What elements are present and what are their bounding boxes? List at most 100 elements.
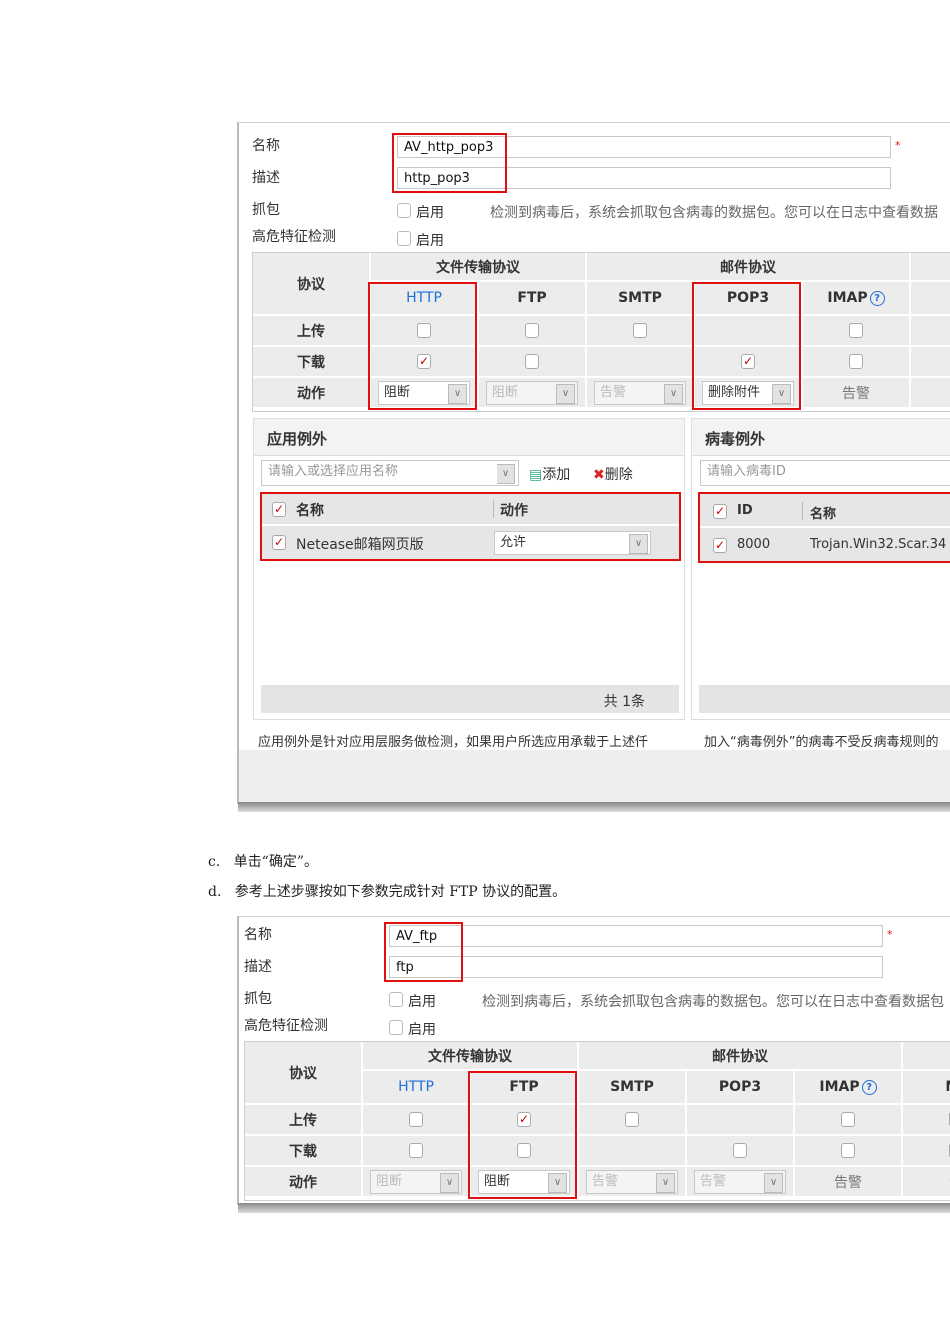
add-button[interactable]: ▤添加 bbox=[529, 464, 570, 484]
action-value: 告警 bbox=[700, 1173, 727, 1189]
protocol-name: POP3 bbox=[718, 1079, 762, 1095]
app-exception-table: ✓ 名称 动作 ✓ Netease邮箱网页版 允许 ∨ bbox=[261, 494, 679, 560]
app-dropdown-button[interactable]: ∨ bbox=[497, 462, 517, 484]
protocol-ftp: FTP bbox=[471, 1071, 579, 1105]
row-label: 上传 bbox=[245, 1105, 363, 1136]
protocol-cell: ✓ bbox=[371, 347, 479, 378]
protocol-cell: ✓ bbox=[471, 1105, 579, 1136]
action-select-pop3[interactable]: 删除附件 ∨ bbox=[702, 380, 794, 405]
upload-checkbox-http[interactable] bbox=[409, 1112, 423, 1127]
chevron-down-icon: ∨ bbox=[629, 534, 648, 554]
risk-checkbox[interactable] bbox=[397, 231, 411, 246]
protocol-name[interactable]: HTTP bbox=[398, 1079, 434, 1095]
step-text: 参考上述步骤按如下参数完成针对 FTP 协议的配置。 bbox=[234, 884, 567, 900]
protocol-name: IMAP bbox=[819, 1079, 860, 1095]
protocol-ftp: FTP bbox=[479, 282, 587, 316]
action-cell: 告警 bbox=[795, 1167, 903, 1198]
protocol-name: NF bbox=[945, 1079, 950, 1095]
action-cell: 阻断 ∨ bbox=[479, 378, 587, 409]
upload-checkbox-imap[interactable] bbox=[841, 1112, 855, 1127]
help-icon[interactable]: ? bbox=[869, 290, 885, 306]
name-input[interactable]: AV_ftp bbox=[389, 925, 883, 947]
action-value: 阻断 bbox=[376, 1173, 403, 1189]
select-all-checkbox[interactable]: ✓ bbox=[713, 504, 727, 519]
protocol-name: SMTP bbox=[610, 1079, 654, 1095]
action-cell: 删除附件 ∨ bbox=[695, 378, 803, 409]
virus-exception-table: ✓ ID 名称 ✓ 8000 Trojan.Win32.Scar.34 bbox=[699, 494, 950, 562]
action-value: 删除附件 bbox=[708, 384, 761, 400]
app-exception-footer: 共 1条 bbox=[261, 685, 679, 713]
download-checkbox-http[interactable] bbox=[409, 1143, 423, 1158]
capture-hint: 检测到病毒后，系统会抓取包含病毒的数据包。您可以在日志中查看数据 bbox=[490, 205, 938, 221]
row-checkbox[interactable]: ✓ bbox=[272, 535, 286, 550]
row-label: 动作 bbox=[253, 378, 371, 409]
add-icon: ▤ bbox=[529, 467, 543, 483]
action-cell: 告 bbox=[903, 1167, 950, 1198]
chevron-down-icon: ∨ bbox=[556, 383, 575, 404]
action-value: 阻断 bbox=[492, 384, 519, 400]
download-checkbox-ftp[interactable] bbox=[517, 1143, 531, 1158]
row-label: 动作 bbox=[245, 1167, 363, 1198]
action-cell: 告警 bbox=[803, 378, 911, 409]
protocol-cell bbox=[579, 1136, 687, 1167]
chevron-down-icon: ∨ bbox=[764, 1172, 783, 1193]
download-checkbox-pop3[interactable]: ✓ bbox=[741, 354, 755, 369]
action-select-http[interactable]: 阻断 ∨ bbox=[378, 380, 470, 405]
upload-checkbox-smtp[interactable] bbox=[633, 323, 647, 338]
download-checkbox-imap[interactable] bbox=[849, 354, 863, 369]
action-select-ftp[interactable]: 阻断 ∨ bbox=[478, 1169, 570, 1194]
action-text: 告警 bbox=[834, 1174, 862, 1191]
row-action-select[interactable]: 允许 ∨ bbox=[494, 531, 651, 555]
upload-checkbox-http[interactable] bbox=[417, 323, 431, 338]
select-all-checkbox[interactable]: ✓ bbox=[272, 502, 286, 517]
app-exception-panel: 应用例外 请输入或选择应用名称 ∨ ▤添加 ✖删除 ✓ 名称 动作 ✓ Nete… bbox=[253, 418, 685, 720]
protocol-cell bbox=[687, 1105, 795, 1136]
virus-exception-note: 加入“病毒例外”的病毒不受反病毒规则的 bbox=[704, 735, 939, 750]
step-marker: d. bbox=[208, 884, 222, 900]
virus-exception-panel: 病毒例外 请输入病毒ID ✓ ID 名称 ✓ 8000 Trojan.Win32… bbox=[691, 418, 950, 720]
protocol-imap: IMAP? bbox=[795, 1071, 903, 1105]
action-text: 告警 bbox=[842, 385, 870, 402]
upload-checkbox-ftp[interactable] bbox=[525, 323, 539, 338]
delete-button[interactable]: ✖删除 bbox=[593, 464, 633, 484]
capture-checkbox[interactable] bbox=[397, 203, 411, 218]
download-checkbox-ftp[interactable] bbox=[525, 354, 539, 369]
action-select-smtp: 告警 ∨ bbox=[586, 1169, 678, 1194]
upload-checkbox-smtp[interactable] bbox=[625, 1112, 639, 1127]
desc-input[interactable]: http_pop3 bbox=[397, 167, 891, 189]
row-label: 下载 bbox=[245, 1136, 363, 1167]
virus-id-input[interactable]: 请输入病毒ID bbox=[700, 460, 950, 486]
upload-checkbox-ftp[interactable]: ✓ bbox=[517, 1112, 531, 1127]
download-checkbox-imap[interactable] bbox=[841, 1143, 855, 1158]
capture-checkbox[interactable] bbox=[389, 992, 403, 1007]
risk-label: 高危特征检测 bbox=[244, 1018, 328, 1034]
app-name-input[interactable]: 请输入或选择应用名称 bbox=[261, 460, 519, 486]
protocol-http: HTTP bbox=[371, 282, 479, 316]
upload-checkbox-imap[interactable] bbox=[849, 323, 863, 338]
download-checkbox-pop3[interactable] bbox=[733, 1143, 747, 1158]
download-checkbox-http[interactable]: ✓ bbox=[417, 354, 431, 369]
row-virus-name: Trojan.Win32.Scar.34 bbox=[810, 537, 947, 552]
risk-checkbox[interactable] bbox=[389, 1020, 403, 1035]
document-page: c. 单击“确定”。 d. 参考上述步骤按如下参数完成针对 FTP 协议的配置。… bbox=[0, 0, 950, 1344]
desc-input[interactable]: ftp bbox=[389, 956, 883, 978]
protocol-cell bbox=[479, 316, 587, 347]
protocol-cell bbox=[371, 316, 479, 347]
protocol-http: HTTP bbox=[363, 1071, 471, 1105]
capture-label: 抓包 bbox=[244, 991, 272, 1007]
protocol-cell bbox=[803, 347, 911, 378]
capture-enable-label: 启用 bbox=[416, 205, 444, 221]
name-input[interactable]: AV_http_pop3 bbox=[397, 136, 891, 158]
protocol-cell bbox=[903, 1105, 950, 1136]
protocol-cell bbox=[479, 347, 587, 378]
action-cell: 告警 ∨ bbox=[579, 1167, 687, 1198]
help-icon[interactable]: ? bbox=[861, 1079, 877, 1095]
row-checkbox[interactable]: ✓ bbox=[713, 538, 727, 553]
protocol-smtp: SMTP bbox=[587, 282, 695, 316]
protocol-name[interactable]: HTTP bbox=[406, 290, 442, 306]
desc-label: 描述 bbox=[244, 959, 272, 975]
action-value: 阻断 bbox=[484, 1173, 511, 1189]
protocol-name: POP3 bbox=[726, 290, 770, 306]
protocol-cell bbox=[695, 316, 803, 347]
action-cell: 阻断 ∨ bbox=[371, 378, 479, 409]
